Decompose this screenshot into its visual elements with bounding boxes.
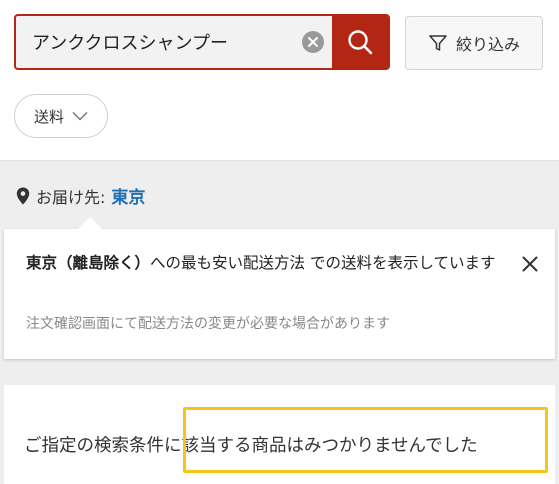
magnifier-icon [348, 30, 373, 55]
delivery-location-row: お届け先: 東京 [16, 183, 145, 208]
highlight-box [183, 407, 548, 473]
delivery-prefix: お届け先: [36, 187, 106, 207]
close-icon [522, 256, 538, 272]
funnel-icon [429, 35, 447, 51]
filter-button[interactable]: 絞り込み [405, 16, 543, 70]
search-input[interactable] [16, 16, 334, 68]
search-button[interactable] [332, 16, 388, 68]
shipping-notice-tooltip: 東京（離島除く）への最も安い配送方法 での送料を表示しています 注文確認画面にて… [4, 217, 555, 359]
delivery-location-link[interactable]: 東京 [111, 183, 145, 208]
notice-region: 東京（離島除く） [26, 254, 151, 272]
shipping-filter-chip[interactable]: 送料 [14, 94, 108, 138]
search-box [14, 14, 390, 70]
location-pin-icon [16, 187, 30, 204]
clear-search-button[interactable] [302, 31, 324, 53]
close-circle-icon [308, 37, 318, 47]
divider [0, 160, 559, 161]
notice-message: への最も安い配送方法 での送料を表示しています [150, 254, 496, 272]
filter-label: 絞り込み [455, 35, 520, 54]
tooltip-arrow [77, 217, 103, 230]
chevron-down-icon [72, 111, 88, 121]
shipping-notice-note: 注文確認画面にて配送方法の変更が必要な場合があります [26, 316, 390, 332]
close-notice-button[interactable] [518, 252, 542, 276]
shipping-chip-label: 送料 [33, 107, 64, 126]
shipping-notice-text: 東京（離島除く）への最も安い配送方法 での送料を表示しています [26, 251, 508, 276]
